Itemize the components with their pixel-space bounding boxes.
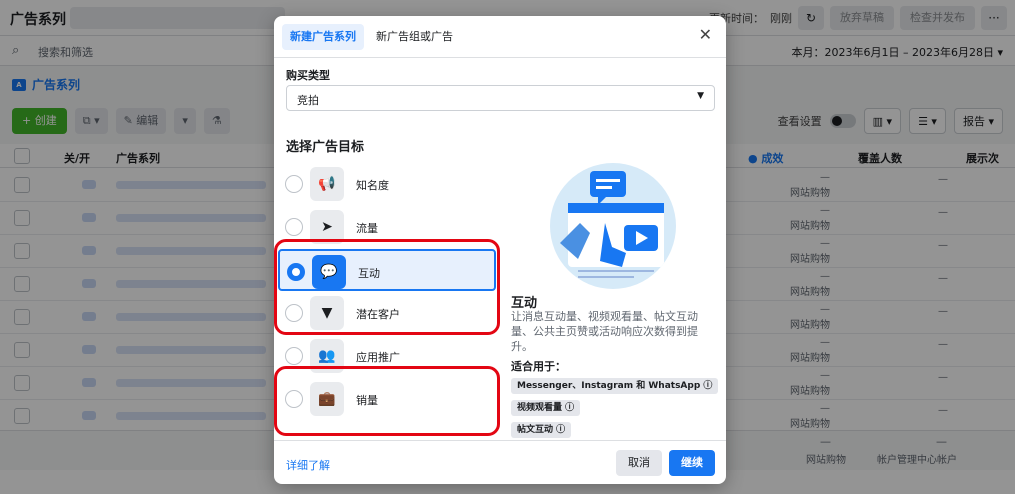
chip-messaging: Messenger、Instagram 和 WhatsApp ⓘ xyxy=(511,378,719,394)
dialog-tabs: 新建广告系列 新广告组或广告 xyxy=(282,24,461,50)
close-icon[interactable]: ✕ xyxy=(699,25,712,44)
engagement-illustration xyxy=(550,163,676,289)
divider xyxy=(274,57,726,58)
chevron-down-icon: ▼ xyxy=(697,91,704,101)
suits-label: 适合用于： xyxy=(511,360,566,373)
description-body: 让消息互动量、视频观看量、帖文互动量、公共主页赞或活动响应次数得到提升。 xyxy=(511,310,698,353)
chip-video-views: 视频观看量 ⓘ xyxy=(511,400,581,416)
continue-button[interactable]: 继续 xyxy=(669,450,715,476)
engagement-illustration-svg xyxy=(560,171,664,278)
buy-type-select[interactable]: 竞拍 ▼ xyxy=(286,85,715,111)
chip-post-engagement: 帖文互动 ⓘ xyxy=(511,422,572,438)
learn-more-link[interactable]: 详细了解 xyxy=(286,457,330,473)
create-campaign-dialog: 新建广告系列 新广告组或广告 ✕ 购买类型 竞拍 ▼ 选择广告目标 📢 知名度 ➤ 流… xyxy=(274,16,726,484)
objective-label: 应用推广 xyxy=(356,351,400,364)
tab-new-campaign[interactable]: 新建广告系列 xyxy=(282,24,364,50)
objective-label: 流量 xyxy=(356,222,378,235)
highlight-box-engagement xyxy=(274,239,500,335)
objective-radio[interactable] xyxy=(285,218,303,236)
objective-label: 知名度 xyxy=(356,179,389,192)
buy-type-value: 竞拍 xyxy=(297,94,319,107)
buy-type-label: 购买类型 xyxy=(286,69,330,82)
objective-option[interactable]: 📢 知名度 xyxy=(278,163,496,205)
objective-radio[interactable] xyxy=(285,347,303,365)
tab-new-adset[interactable]: 新广告组或广告 xyxy=(368,24,461,50)
footer-divider xyxy=(274,440,726,441)
megaphone-icon: 📢 xyxy=(310,167,344,201)
highlight-box-sales xyxy=(274,366,500,436)
objective-title: 选择广告目标 xyxy=(286,140,365,155)
cancel-button[interactable]: 取消 xyxy=(616,450,662,476)
objective-radio[interactable] xyxy=(285,175,303,193)
